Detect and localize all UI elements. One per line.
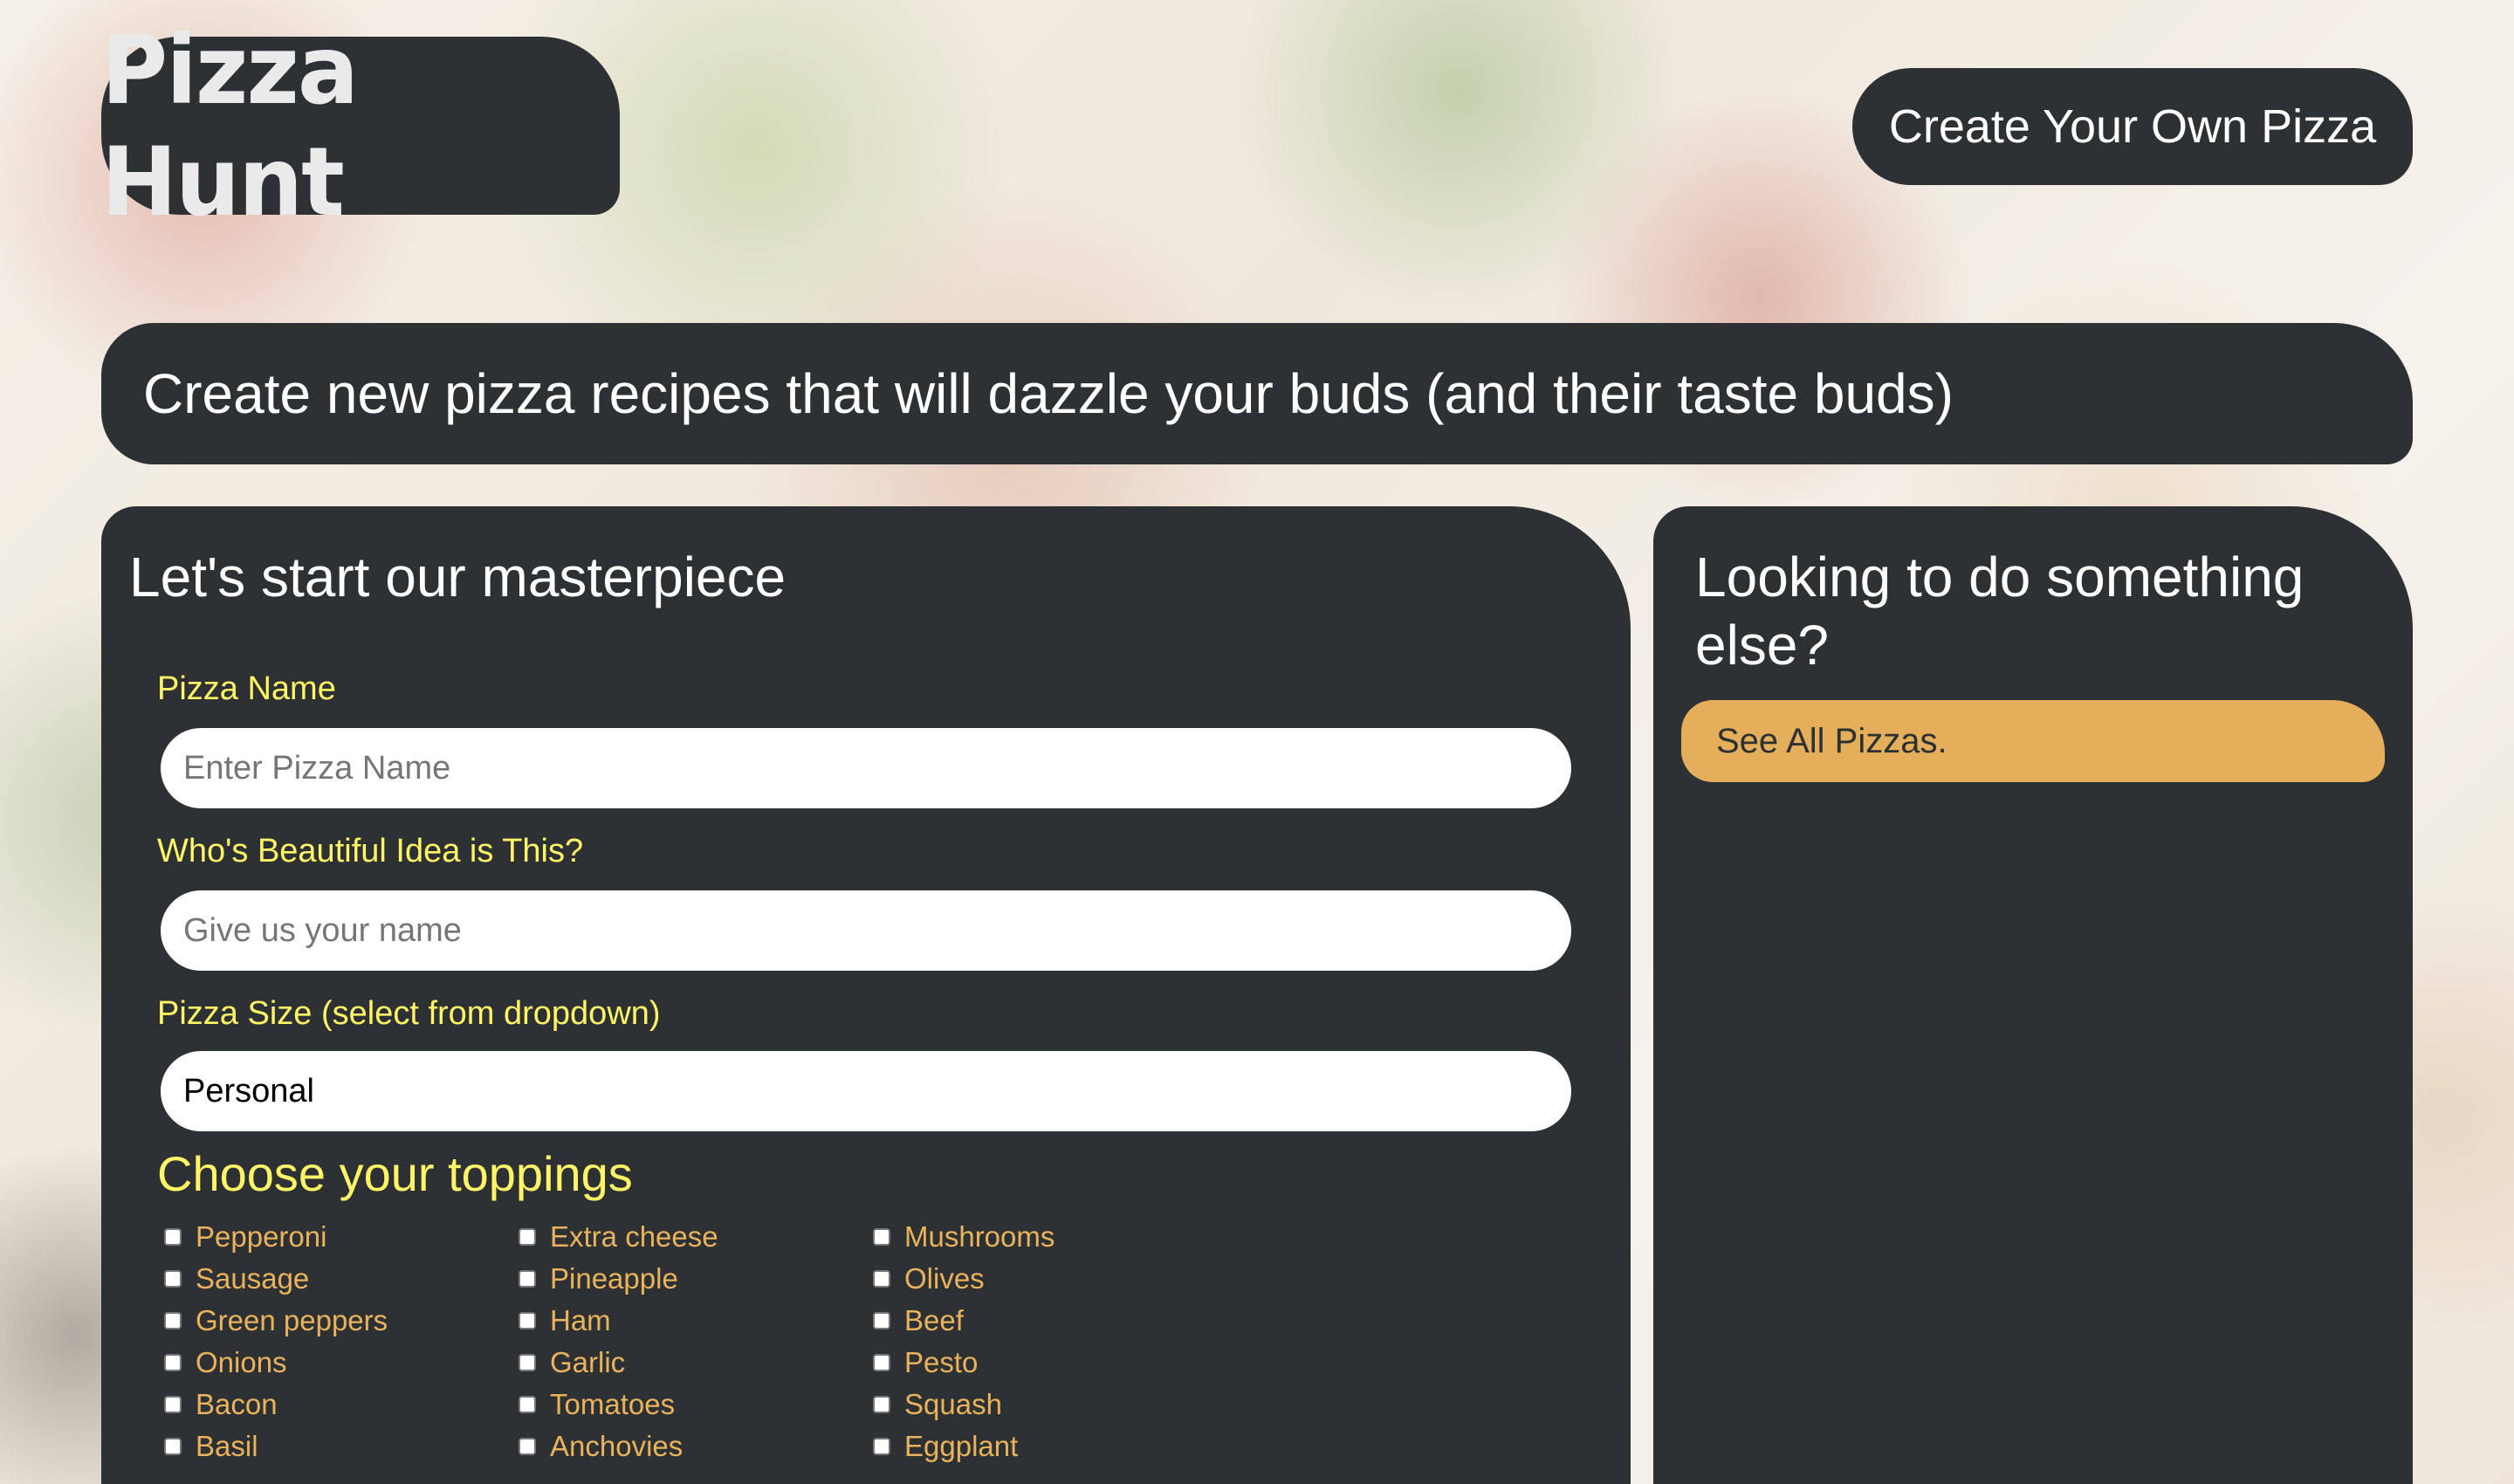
topping-option[interactable]: Basil (164, 1430, 258, 1463)
topping-option[interactable]: Anchovies (519, 1430, 683, 1463)
see-all-pizzas-button[interactable]: See All Pizzas. (1681, 700, 2385, 782)
topping-option[interactable]: Extra cheese (519, 1220, 718, 1254)
topping-checkbox[interactable] (519, 1228, 536, 1246)
creator-name-input[interactable]: Give us your name (161, 890, 1571, 971)
topping-label: Mushrooms (904, 1220, 1055, 1253)
logo-text: Pizza Hunt (101, 13, 359, 238)
topping-option[interactable]: Onions (164, 1346, 287, 1379)
topping-option[interactable]: Olives (873, 1262, 985, 1295)
topping-option[interactable]: Eggplant (873, 1430, 1018, 1463)
toppings-title: Choose your toppings (157, 1146, 633, 1201)
pizza-name-input[interactable]: Enter Pizza Name (161, 728, 1571, 808)
topping-option[interactable]: Squash (873, 1388, 1002, 1421)
topping-label: Pepperoni (196, 1220, 327, 1253)
pizza-form-card: Let's start our masterpiece Pizza Name E… (101, 506, 1631, 1484)
topping-checkbox[interactable] (519, 1396, 536, 1413)
sidebar-title: Looking to do something else? (1695, 546, 2304, 677)
pizza-name-label: Pizza Name (157, 670, 336, 707)
pizza-size-label: Pizza Size (select from dropdown) (157, 995, 661, 1032)
topping-label: Pineapple (550, 1262, 678, 1295)
topping-option[interactable]: Pesto (873, 1346, 978, 1379)
hero-banner: Create new pizza recipes that will dazzl… (101, 323, 2413, 464)
topping-label: Onions (196, 1346, 287, 1378)
create-pizza-nav-button[interactable]: Create Your Own Pizza (1852, 68, 2413, 185)
topping-label: Sausage (196, 1262, 310, 1295)
topping-option[interactable]: Bacon (164, 1388, 278, 1421)
logo[interactable]: Pizza Hunt (101, 14, 620, 237)
sidebar-card: Looking to do something else? See All Pi… (1653, 506, 2413, 1484)
topping-option[interactable]: Beef (873, 1304, 964, 1337)
topping-option[interactable]: Sausage (164, 1262, 309, 1295)
topping-checkbox[interactable] (873, 1396, 890, 1413)
pizza-size-select[interactable]: Personal (161, 1051, 1571, 1131)
topping-option[interactable]: Tomatoes (519, 1388, 675, 1421)
topping-label: Olives (904, 1262, 985, 1295)
topping-label: Squash (904, 1388, 1002, 1420)
topping-option[interactable]: Mushrooms (873, 1220, 1054, 1254)
topping-checkbox[interactable] (873, 1228, 890, 1246)
topping-checkbox[interactable] (873, 1312, 890, 1329)
page: Pizza Hunt Create Your Own Pizza Create … (0, 0, 2514, 1484)
topping-checkbox[interactable] (164, 1270, 182, 1288)
topping-label: Extra cheese (550, 1220, 718, 1253)
topping-label: Anchovies (550, 1430, 683, 1462)
topping-option[interactable]: Pepperoni (164, 1220, 326, 1254)
topping-option[interactable]: Green peppers (164, 1304, 388, 1337)
topping-checkbox[interactable] (519, 1312, 536, 1329)
topping-label: Basil (196, 1430, 258, 1462)
topping-checkbox[interactable] (164, 1312, 182, 1329)
topping-label: Eggplant (904, 1430, 1019, 1462)
topping-checkbox[interactable] (519, 1438, 536, 1455)
topping-option[interactable]: Garlic (519, 1346, 625, 1379)
topping-label: Green peppers (196, 1304, 388, 1336)
topping-label: Bacon (196, 1388, 278, 1420)
topping-checkbox[interactable] (873, 1438, 890, 1455)
banner-text: Create new pizza recipes that will dazzl… (143, 362, 1954, 425)
topping-checkbox[interactable] (519, 1270, 536, 1288)
topping-checkbox[interactable] (873, 1270, 890, 1288)
form-title: Let's start our masterpiece (129, 546, 786, 608)
topping-checkbox[interactable] (873, 1354, 890, 1371)
topping-checkbox[interactable] (164, 1354, 182, 1371)
creator-name-label: Who's Beautiful Idea is This? (157, 833, 584, 869)
topping-label: Garlic (550, 1346, 626, 1378)
topping-label: Ham (550, 1304, 611, 1336)
topping-checkbox[interactable] (164, 1228, 182, 1246)
topping-option[interactable]: Pineapple (519, 1262, 678, 1295)
topping-label: Tomatoes (550, 1388, 676, 1420)
topping-checkbox[interactable] (164, 1438, 182, 1455)
topping-label: Pesto (904, 1346, 979, 1378)
topping-checkbox[interactable] (519, 1354, 536, 1371)
topping-checkbox[interactable] (164, 1396, 182, 1413)
topping-option[interactable]: Ham (519, 1304, 611, 1337)
topping-label: Beef (904, 1304, 964, 1336)
